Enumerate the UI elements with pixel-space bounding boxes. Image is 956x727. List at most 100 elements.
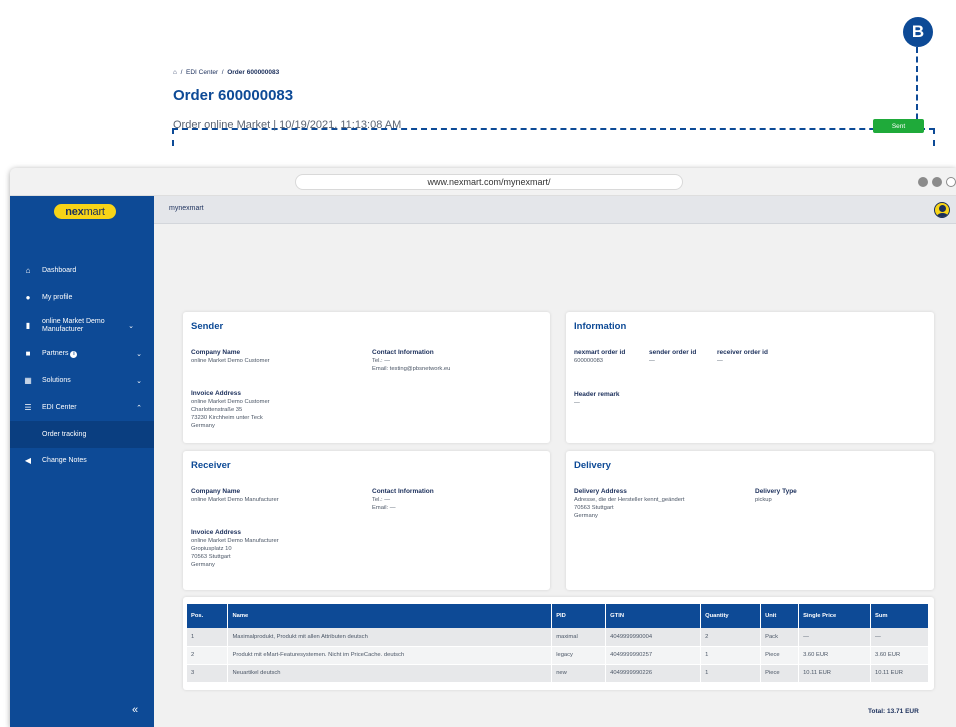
sidebar-item-solutions[interactable]: ▦ Solutions ⌄ <box>10 367 154 394</box>
window-control-dot[interactable] <box>918 177 928 187</box>
delivery-card: Delivery Delivery Address Adresse, die d… <box>566 451 934 590</box>
nexmart-order-id: nexmart order id 600000083 <box>574 349 625 365</box>
sender-contact: Contact Information Tel.: — Email: testi… <box>372 349 450 373</box>
field-value: 600000083 <box>574 358 604 364</box>
column-header: Pos. <box>187 604 229 628</box>
table-header-row: Pos. Name PID GTIN Quantity Unit Single … <box>187 604 929 628</box>
sidebar-item-dashboard[interactable]: ⌂ Dashboard <box>10 257 154 284</box>
table-row[interactable]: 2 Produkt mit eMart-Featuresystemen. Nic… <box>187 646 929 665</box>
collapse-sidebar-icon[interactable]: « <box>132 704 138 716</box>
field-label: Contact Information <box>372 488 434 495</box>
sidebar-item-label: Partners <box>42 349 69 357</box>
field-label: sender order id <box>649 349 697 356</box>
field-label: Invoice Address <box>191 390 241 397</box>
table-cell: 3.60 EUR <box>798 646 871 665</box>
field-label: Delivery Address <box>574 488 627 495</box>
field-label: Delivery Type <box>755 488 797 495</box>
chevron-up-icon: ⌃ <box>136 404 142 412</box>
sender-card: Sender Company Name online Market Demo C… <box>183 312 550 443</box>
column-header: Sum <box>870 604 929 628</box>
table-row[interactable]: 1 Maximalprodukt, Produkt mit allen Attr… <box>187 628 929 647</box>
order-total: Total: 13.71 EUR <box>868 708 919 715</box>
field-value: — <box>649 358 655 364</box>
delivery-type: Delivery Type pickup <box>755 488 797 504</box>
sidebar-item-label: online Market Demo Manufacturer <box>42 317 105 333</box>
grid-icon: ▦ <box>24 376 32 385</box>
window-close-dot[interactable] <box>946 177 956 187</box>
receiver-order-id: receiver order id — <box>717 349 768 365</box>
sidebar-item-order-tracking[interactable]: Order tracking <box>10 421 154 448</box>
address-bar[interactable]: www.nexmart.com/mynexmart/ <box>295 174 683 190</box>
sidebar-item-label: Solutions <box>42 376 71 384</box>
field-value: online Market Demo Customer <box>191 358 270 364</box>
window-control-dot[interactable] <box>932 177 942 187</box>
user-icon: ● <box>25 293 31 302</box>
information-card: Information nexmart order id 600000083 s… <box>566 312 934 443</box>
table-cell: 1 <box>700 646 762 665</box>
annotation-connector <box>916 47 918 129</box>
table-cell: 1 <box>700 664 762 683</box>
sidebar-item-online-market[interactable]: ▮ online Market Demo Manufacturer ⌄ <box>10 312 154 339</box>
sidebar-item-label: Change Notes <box>42 456 87 464</box>
breadcrumb-separator: / <box>180 69 183 76</box>
table-cell: — <box>870 628 929 647</box>
table-cell: 2 <box>187 646 229 665</box>
table-cell: legacy <box>551 646 607 665</box>
table-cell: Piece <box>760 646 800 665</box>
column-header: Single Price <box>798 604 871 628</box>
card-title: Receiver <box>191 460 231 471</box>
order-items-table: Pos. Name PID GTIN Quantity Unit Single … <box>187 604 929 683</box>
table-row[interactable]: 3 Neuartikel deutsch new 4049999990226 1… <box>187 664 929 683</box>
chevron-down-icon: ⌄ <box>136 350 142 358</box>
order-items-card: Pos. Name PID GTIN Quantity Unit Single … <box>183 597 934 690</box>
field-value: pickup <box>755 497 772 503</box>
delivery-address: Delivery Address Adresse, die der Herste… <box>574 488 685 520</box>
field-value: Tel.: — Email: — <box>372 497 396 511</box>
receiver-company: Company Name online Market Demo Manufact… <box>191 488 279 504</box>
breadcrumb-separator: / <box>221 69 224 76</box>
breadcrumb-edi-center[interactable]: EDI Center <box>186 69 218 76</box>
chevron-down-icon: ⌄ <box>128 322 134 330</box>
logo-suffix: mart <box>83 205 105 218</box>
nexmart-logo[interactable]: nex mart <box>54 204 116 219</box>
receiver-invoice: Invoice Address online Market Demo Manuf… <box>191 529 279 569</box>
card-title: Delivery <box>574 460 611 471</box>
sender-invoice: Invoice Address online Market Demo Custo… <box>191 390 270 430</box>
header-remark: Header remark — <box>574 391 620 407</box>
table-cell: Maximalprodukt, Produkt mit allen Attrib… <box>227 628 553 647</box>
table-cell: Produkt mit eMart-Featuresystemen. Nicht… <box>227 646 553 665</box>
table-cell: 3 <box>187 664 229 683</box>
field-value: online Market Demo Customer Charlottenst… <box>191 399 270 429</box>
building-icon: ▮ <box>25 321 31 330</box>
sidebar-item-edi-center[interactable]: ☰ EDI Center ⌃ <box>10 394 154 421</box>
table-cell: new <box>551 664 607 683</box>
field-value: online Market Demo Manufacturer <box>191 497 279 503</box>
chevron-down-icon: ⌄ <box>136 377 142 385</box>
card-title: Information <box>574 321 627 332</box>
top-bar-title: mynexmart <box>169 205 204 212</box>
sidebar-item-change-notes[interactable]: ◀ Change Notes <box>10 447 154 474</box>
receiver-contact: Contact Information Tel.: — Email: — <box>372 488 434 512</box>
sidebar-item-label-wrap: Partners i <box>42 350 134 358</box>
field-label: Contact Information <box>372 349 434 356</box>
browser-titlebar: www.nexmart.com/mynexmart/ <box>10 168 956 196</box>
annotation-bracket-right <box>933 128 935 146</box>
field-value: online Market Demo Manufacturer Gropiusp… <box>191 538 279 568</box>
megaphone-icon: ◀ <box>24 456 32 465</box>
user-avatar-icon[interactable] <box>934 202 950 218</box>
receiver-card: Receiver Company Name online Market Demo… <box>183 451 550 590</box>
column-header: GTIN <box>605 604 702 628</box>
table-cell: 3.60 EUR <box>870 646 929 665</box>
field-label: Company Name <box>191 349 241 356</box>
sidebar-item-my-profile[interactable]: ● My profile <box>10 284 154 311</box>
field-value: Adresse, die der Hersteller kennt_geände… <box>574 497 685 519</box>
card-title: Sender <box>191 321 224 332</box>
sidebar-item-label: My profile <box>42 293 73 301</box>
table-cell: 1 <box>187 628 229 647</box>
table-cell: 2 <box>700 628 762 647</box>
table-cell: Pack <box>760 628 800 647</box>
sidebar-item-partners[interactable]: ■ Partners i ⌄ <box>10 340 154 367</box>
list-icon: ☰ <box>24 403 32 412</box>
field-label: Invoice Address <box>191 529 241 536</box>
home-icon[interactable]: ⌂ <box>173 69 177 76</box>
